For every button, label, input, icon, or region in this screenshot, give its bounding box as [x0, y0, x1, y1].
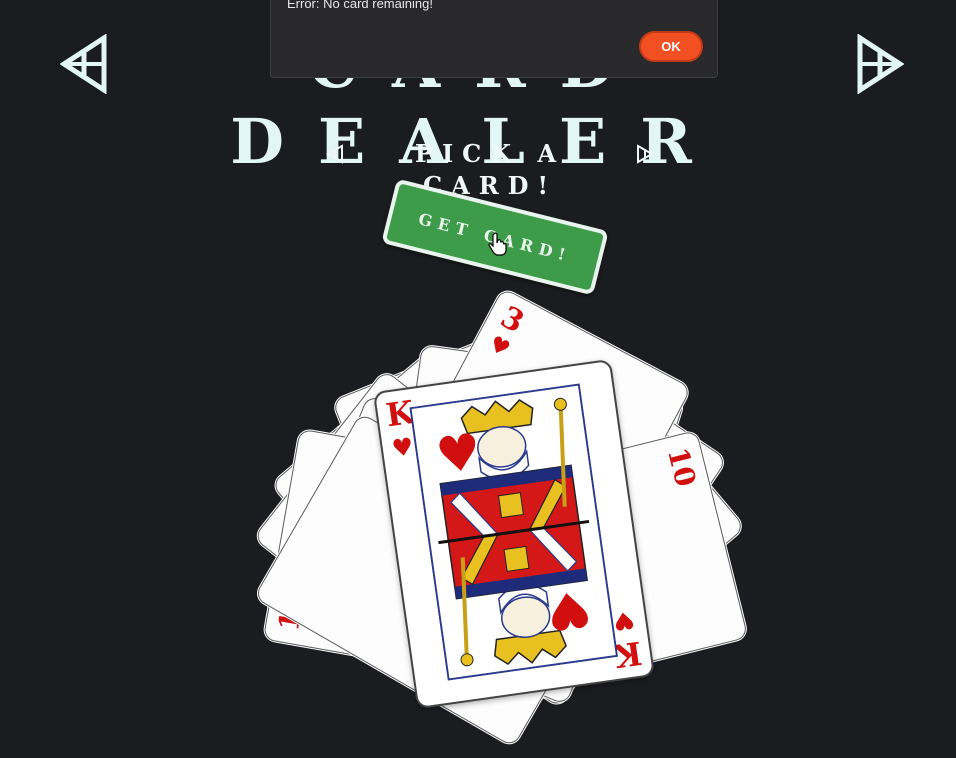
- heart-icon: ♥: [389, 431, 416, 464]
- card-rank: 10: [660, 444, 703, 490]
- top-card-king-of-hearts: K ♥ K ♥ ♥ ♥: [372, 358, 656, 710]
- hand-cursor-icon: [488, 232, 507, 256]
- king-face-art: ♥ ♥: [409, 383, 619, 681]
- alert-dialog: Error: No card remaining! OK: [270, 0, 718, 78]
- svg-text:♥: ♥: [432, 422, 484, 486]
- heart-icon: ♥: [611, 605, 638, 637]
- ok-button[interactable]: OK: [639, 31, 703, 62]
- card-pile: 3 ♥ 10 10 K ♥ K ♥ ♥: [0, 0, 956, 758]
- svg-text:♥: ♥: [542, 578, 594, 642]
- dialog-message: Error: No card remaining!: [287, 0, 433, 11]
